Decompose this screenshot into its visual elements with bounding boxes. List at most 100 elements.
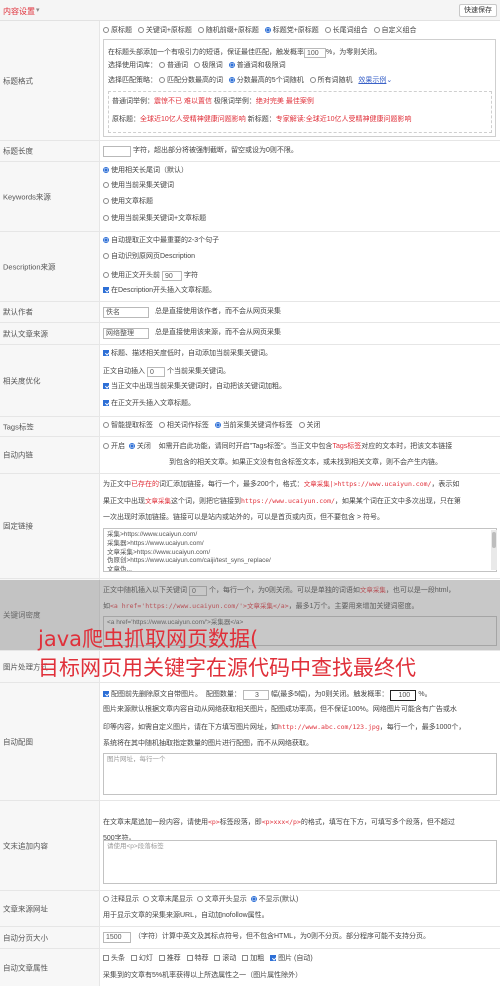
title-mode-option[interactable]: 长尾词组合 — [324, 27, 368, 34]
auto-link-option[interactable]: 开启 — [103, 443, 125, 450]
attr-option[interactable]: 图片 (自动) — [270, 955, 313, 962]
auto-image-line-3: 印等内容，如需自定义图片，请在下方填写图片网址，如http://www.abc.… — [103, 723, 466, 731]
title-mode-option[interactable]: 原标题 — [103, 27, 132, 34]
row-label: 默认文章来源 — [3, 329, 48, 338]
seo-option[interactable]: 标题、描述相关度低时，自动添加当前采集关键词。 — [103, 350, 272, 359]
title-mode-option[interactable]: 标题党+原标题 — [264, 27, 319, 34]
match-option[interactable]: 分数最高的5个词随机 — [228, 77, 304, 84]
attr-option[interactable]: 幻灯 — [130, 955, 153, 962]
article-attr-options: 头条 幻灯 推荐 特荐 滚动 加粗 图片 (自动) — [103, 955, 313, 964]
probability-input[interactable]: 100 — [304, 48, 326, 58]
auto-link-option[interactable]: 关闭 — [128, 443, 151, 450]
row-auto-link: 自动内链 开启 关闭 如需开启此功能，请同时开启"Tags标签"。当正文中包含T… — [0, 437, 500, 474]
example-line-1: 普通词举例：震惊不已 难以置信 极限词举例：绝对完美 最佳案例 — [112, 98, 314, 105]
source-input[interactable]: 网络整理 — [103, 328, 149, 339]
image-urls-textarea[interactable]: 图片网址，每行一个 — [103, 753, 497, 795]
row-keywords-source: Keywords来源 使用相关长尾词（默认） 使用当前采集关键词 使用文章标题 … — [0, 162, 500, 232]
auto-link-options: 开启 关闭 如需开启此功能，请同时开启"Tags标签"。当正文中包含Tags标签… — [103, 443, 452, 452]
tail-content-desc-1: 在文章末尾追加一段内容，请使用<p>标签段落，即<p>xxx</p>的格式，填写… — [103, 818, 455, 826]
keywords-option[interactable]: 使用当前采集关键词 — [103, 182, 174, 191]
row-label: 默认作者 — [3, 307, 33, 317]
source-url-hint: 用于显示文章的采集来源URL，自动加nofollow属性。 — [103, 912, 269, 919]
row-label: 标题格式 — [0, 21, 100, 140]
insert-count-input[interactable]: 0 — [147, 367, 165, 377]
fixed-link-desc-2: 果正文中出现文章采集这个词，则把它链接到https://www.ucaiyun.… — [103, 497, 461, 505]
lexicon-option[interactable]: 普通词和极限词 — [228, 62, 286, 69]
tags-options: 智能提取标签 相关词作标签 当前采集关键词作标签 关闭 — [103, 422, 321, 431]
auto-image-line-4: 系统将在其中随机抽取指定数量的图片进行配图，而不从网络获取。 — [103, 740, 313, 747]
page-size-input[interactable]: 1500 — [103, 932, 131, 943]
quick-save-button[interactable]: 快速保存 — [459, 4, 497, 17]
effect-example-link[interactable]: 效果示例 — [358, 77, 386, 84]
row-seo: 相关度优化 标题、描述相关度低时，自动添加当前采集关键词。 正文自动插入 0 个当前… — [0, 345, 500, 417]
image-probability-input[interactable]: 100 — [390, 690, 417, 701]
source-url-option[interactable]: 注释显示 — [103, 896, 139, 903]
row-article-attrs: 自动文章属性 头条 幻灯 推荐 特荐 滚动 加粗 图片 (自动) 采集到的文章有… — [0, 949, 500, 986]
auto-image-line-1: 配图前先删除原文自带图片。 配图数量： 3 幅(最多5幅)，为0则关闭。触发概率： 1… — [103, 689, 432, 701]
row-description-source: Description来源 自动提取正文中最重要的2-3个句子 自动识别原网页D… — [0, 232, 500, 302]
example-line-2: 原标题：全球近10亿人受精神健康问题影响 新标题：专家解读:全球近10亿人受精神… — [112, 116, 412, 123]
row-label: 相关度优化 — [3, 376, 41, 385]
lexicon-option[interactable]: 普通词 — [158, 62, 188, 69]
description-option[interactable]: 自动提取正文中最重要的2-3个句子 — [103, 237, 219, 246]
section-title[interactable]: 内容设置 — [3, 6, 35, 17]
match-group: 选择匹配策略： 匹配分数最高的词 分数最高的5个词随机 所有词随机 效果示例⌄ — [108, 77, 393, 84]
row-fixed-link: 固定链接 为正文中已存在的词汇添加链接，每行一个，最多200个，格式：文章采集|… — [0, 474, 500, 579]
row-label: 标题长度 — [3, 146, 33, 156]
match-option[interactable]: 匹配分数最高的词 — [158, 77, 223, 84]
description-option[interactable]: 自动识别原网页Description — [103, 253, 195, 262]
textarea-scrollbar[interactable] — [491, 530, 497, 570]
fixed-link-textarea[interactable]: 采集>https://www.ucaiyun.com/ 采集器>https://… — [103, 528, 497, 572]
attr-option[interactable]: 加粗 — [242, 955, 264, 962]
auto-image-line-2: 图片来源默认根据文章内容自动从网络获取相关图片，配图成功率高，但不保证100%。… — [103, 706, 457, 713]
tail-content-textarea[interactable]: 请使用<p>段落标签 — [103, 840, 497, 884]
keywords-option[interactable]: 使用相关长尾词（默认） — [103, 167, 188, 176]
source-url-option[interactable]: 不显示(默认) — [250, 896, 298, 903]
delete-original-images-checkbox[interactable]: 配图前先删除原文自带图片。 — [103, 691, 202, 698]
tags-option[interactable]: 关闭 — [298, 422, 321, 429]
section-header: 内容设置 ▾ 快速保存 — [0, 0, 500, 21]
image-count-input[interactable]: 3 — [242, 690, 269, 700]
article-attrs-hint: 采集到的文章有5%机率获得以上所选属性之一（图片属性除外） — [103, 972, 303, 979]
row-auto-image: 自动配图 配图前先删除原文自带图片。 配图数量： 3 幅(最多5幅)，为0则关闭。触… — [0, 683, 500, 801]
attr-option[interactable]: 头条 — [103, 955, 125, 962]
description-option[interactable]: 使用正文开头前 90 字符 — [103, 270, 198, 281]
auto-link-desc: 如需开启此功能，请同时开启"Tags标签"。当正文中包含 — [158, 443, 333, 450]
title-length-input[interactable] — [103, 146, 131, 157]
row-label: 文章来源网址 — [3, 904, 48, 913]
attr-option[interactable]: 特荐 — [186, 955, 209, 962]
keywords-option[interactable]: 使用当前采集关键词+文章标题 — [103, 215, 206, 224]
fixed-link-desc-1: 为正文中已存在的词汇添加链接，每行一个，最多200个，格式：文章采集|>http… — [103, 480, 460, 488]
attr-option[interactable]: 推荐 — [158, 955, 181, 962]
chevron-down-icon[interactable]: ▾ — [36, 6, 40, 14]
row-label: 自动分页大小 — [3, 933, 48, 942]
tags-option[interactable]: 智能提取标签 — [103, 422, 153, 429]
source-url-options: 注释显示 文章末尾显示 文章开头显示 不显示(默认) — [103, 896, 298, 905]
seo-option[interactable]: 在正文开头插入文章标题。 — [103, 400, 195, 409]
match-option[interactable]: 所有词随机 — [309, 77, 353, 84]
title-mode-option[interactable]: 自定义组合 — [373, 27, 417, 34]
source-url-option[interactable]: 文章末尾显示 — [142, 896, 193, 903]
row-label: Keywords来源 — [3, 192, 51, 201]
lexicon-option[interactable]: 极限词 — [193, 62, 223, 69]
tags-option[interactable]: 当前采集关键词作标签 — [214, 422, 293, 429]
title-mode-option[interactable]: 关键词+原标题 — [137, 27, 192, 34]
attr-option[interactable]: 滚动 — [214, 955, 236, 962]
row-tail-content: 文末追加内容 在文章末尾追加一段内容，请使用<p>标签段落，即<p>xxx</p… — [0, 801, 500, 891]
seo-option[interactable]: 当正文中出现当前采集关键词时，自动把该关键词加粗。 — [103, 383, 286, 392]
tags-link[interactable]: Tags标签 — [332, 443, 361, 450]
source-url-option[interactable]: 文章开头显示 — [196, 896, 247, 903]
author-hint: 总是直接使用该作者，而不会从网页采集 — [155, 308, 281, 315]
title-mode-option[interactable]: 随机前缀+原标题 — [197, 27, 259, 34]
row-pagination: 自动分页大小 1500 （字符）计算中英文及其标点符号，但不包含HTML，为0则… — [0, 927, 500, 949]
watermark-title-line-1: java爬虫抓取网页数据( — [38, 627, 259, 651]
keywords-option[interactable]: 使用文章标题 — [103, 198, 153, 207]
row-default-source: 默认文章来源 网络整理 总是直接使用该来源，而不会从网页采集 — [0, 323, 500, 345]
chevron-down-icon[interactable]: ⌄ — [386, 77, 392, 84]
author-input[interactable]: 佚名 — [103, 307, 149, 318]
tags-option[interactable]: 相关词作标签 — [158, 422, 209, 429]
row-label: 自动配图 — [3, 737, 33, 746]
description-chars-input[interactable]: 90 — [162, 271, 182, 281]
description-title-checkbox[interactable]: 在Description开头插入文章标题。 — [103, 287, 216, 296]
row-source-url: 文章来源网址 注释显示 文章末尾显示 文章开头显示 不显示(默认) 用于显示文章… — [0, 891, 500, 927]
